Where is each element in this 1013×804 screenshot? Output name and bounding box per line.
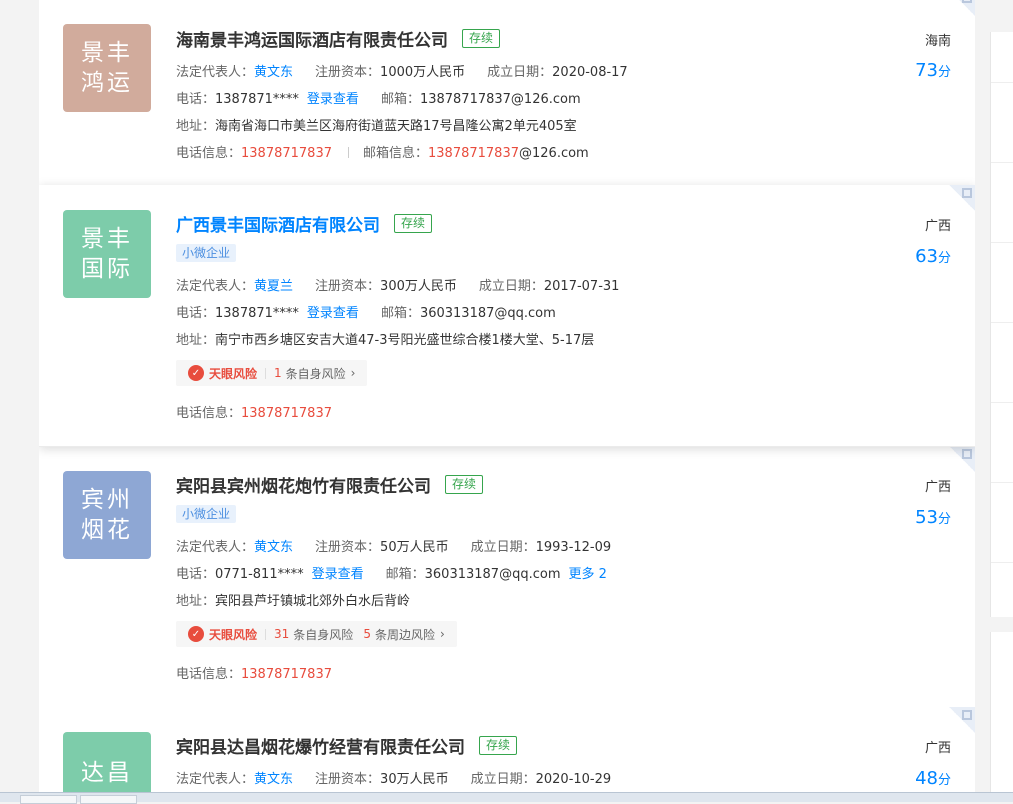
extra-info-row: 电话信息：13878717837 邮箱信息：13878717837@126.com — [176, 146, 589, 161]
company-card[interactable]: 达昌 宾阳县达昌烟花爆竹经营有限责任公司 存续 法定代表人：黄文东 注册资本：30… — [39, 707, 975, 801]
status-badge: 存续 — [479, 736, 518, 755]
region-label: 广西 — [924, 741, 951, 756]
extra-info-row: 电话信息：13878717837 — [176, 406, 332, 421]
company-list: 景丰 鸿运 海南景丰鸿运国际酒店有限责任公司 存续 法定代表人：黄文东 注册资本：… — [39, 0, 975, 801]
region-label: 海南 — [924, 34, 951, 49]
risk-summary[interactable]: ✓ 天眼风险 31 条自身风险 5 条周边风险 › — [176, 621, 457, 647]
score: 48分 — [915, 768, 951, 789]
contact-row: 电话：1387871**** 登录查看 邮箱：360313187@qq.com — [176, 306, 556, 321]
status-badge: 存续 — [462, 29, 501, 48]
legal-rep-link[interactable]: 黄文东 — [254, 65, 293, 80]
score: 63分 — [915, 246, 951, 267]
legal-rep-link[interactable]: 黄夏兰 — [254, 279, 293, 294]
more-link[interactable]: 更多 2 — [568, 567, 606, 582]
company-card[interactable]: 宾州 烟花 宾阳县宾州烟花炮竹有限责任公司 存续 小微企业 法定代表人：黄文东注… — [39, 446, 975, 708]
risk-summary[interactable]: ✓ 天眼风险 1 条自身风险 › — [176, 360, 368, 386]
contact-row: 电话：1387871**** 登录查看 邮箱：13878717837@126.com — [176, 92, 581, 107]
basic-info-row: 法定代表人：黄夏兰 注册资本：300万人民币 成立日期：2017-07-31 — [176, 279, 620, 294]
right-sidebar-panel — [990, 32, 1013, 617]
company-name-link[interactable]: 宾阳县宾州烟花炮竹有限责任公司 — [176, 472, 431, 497]
qr-code-icon[interactable] — [949, 707, 975, 733]
status-badge: 存续 — [445, 475, 484, 494]
company-card[interactable]: 景丰 鸿运 海南景丰鸿运国际酒店有限责任公司 存续 法定代表人：黄文东 注册资本：… — [39, 0, 975, 186]
qr-code-icon[interactable] — [949, 446, 975, 472]
region-label: 广西 — [924, 480, 951, 495]
chevron-right-icon: › — [439, 627, 445, 641]
address-row: 地址：宾阳县芦圩镇城北郊外白水后背岭 — [176, 594, 411, 609]
score: 53分 — [915, 507, 951, 528]
qr-code-icon[interactable] — [949, 185, 975, 211]
company-logo[interactable]: 景丰 鸿运 — [63, 24, 151, 112]
region-label: 广西 — [924, 219, 951, 234]
company-name-link[interactable]: 广西景丰国际酒店有限公司 — [176, 211, 380, 236]
taskbar-item[interactable] — [80, 795, 137, 804]
company-name-link[interactable]: 海南景丰鸿运国际酒店有限责任公司 — [176, 26, 448, 51]
address-row: 地址：海南省海口市美兰区海府街道蓝天路17号昌隆公寓2单元405室 — [176, 119, 577, 134]
company-size-tag: 小微企业 — [176, 244, 237, 262]
chevron-right-icon: › — [350, 366, 356, 380]
login-view-link[interactable]: 登录查看 — [307, 92, 359, 107]
contact-row: 电话：0771-811**** 登录查看 邮箱：360313187@qq.com 更多… — [176, 567, 607, 582]
company-logo[interactable]: 景丰 国际 — [63, 210, 151, 298]
company-size-tag: 小微企业 — [176, 505, 237, 523]
right-sidebar-panel-lower — [990, 632, 1013, 801]
login-view-link[interactable]: 登录查看 — [312, 567, 364, 582]
shield-icon: ✓ — [188, 626, 204, 642]
company-logo[interactable]: 宾州 烟花 — [63, 471, 151, 559]
login-view-link[interactable]: 登录查看 — [307, 306, 359, 321]
taskbar-item[interactable] — [20, 795, 77, 804]
shield-icon: ✓ — [188, 365, 204, 381]
score: 73分 — [915, 60, 951, 81]
legal-rep-link[interactable]: 黄文东 — [254, 772, 293, 787]
qr-code-icon[interactable] — [949, 0, 975, 16]
address-row: 地址：南宁市西乡塘区安吉大道47-3号阳光盛世综合楼1楼大堂、5-17层 — [176, 333, 595, 348]
company-logo[interactable]: 达昌 — [63, 732, 151, 801]
company-card[interactable]: 景丰 国际 广西景丰国际酒店有限公司 存续 小微企业 法定代表人：黄夏兰 注册资本… — [39, 185, 975, 447]
basic-info-row: 法定代表人：黄文东 注册资本：1000万人民币 成立日期：2020-08-17 — [176, 65, 628, 80]
extra-info-row: 电话信息：13878717837 — [176, 667, 332, 682]
company-name-link[interactable]: 宾阳县达昌烟花爆竹经营有限责任公司 — [176, 733, 465, 758]
basic-info-row: 法定代表人：黄文东 注册资本：50万人民币 成立日期：1993-12-09 — [176, 540, 612, 555]
status-badge: 存续 — [394, 214, 433, 233]
legal-rep-link[interactable]: 黄文东 — [254, 540, 293, 555]
basic-info-row: 法定代表人：黄文东 注册资本：30万人民币 成立日期：2020-10-29 — [176, 772, 612, 787]
